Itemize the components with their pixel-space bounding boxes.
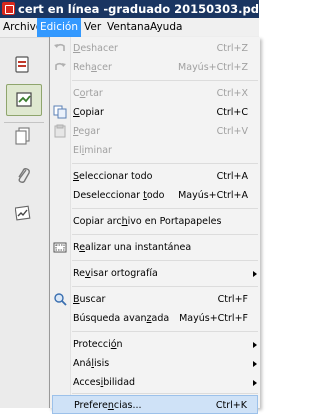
menu-separator bbox=[72, 260, 258, 261]
menu-item-accesibilidad[interactable]: Accesibilidad bbox=[50, 373, 260, 392]
menu-item-eliminar[interactable]: Eliminar bbox=[50, 141, 260, 160]
attachments-panel-button[interactable] bbox=[8, 160, 38, 190]
paperclip-icon bbox=[18, 168, 30, 183]
menu-item-cortar[interactable]: Cortar Ctrl+X bbox=[50, 84, 260, 103]
menu-item-seleccionar-todo[interactable]: Seleccionar todo Ctrl+A bbox=[50, 167, 260, 186]
window-title: cert en línea -graduado 20150303.pdf - A… bbox=[18, 2, 259, 16]
menu-item-busqueda-avanzada[interactable]: Búsqueda avanzada Mayús+Ctrl+F bbox=[50, 309, 260, 328]
menu-item-instantanea[interactable]: Realizar una instantánea bbox=[50, 238, 260, 257]
menu-item-rehacer[interactable]: Rehacer Mayús+Ctrl+Z bbox=[50, 58, 260, 77]
menu-item-shortcut: Mayús+Ctrl+F bbox=[179, 313, 248, 324]
menu-item-copiar[interactable]: Copiar Ctrl+C bbox=[50, 103, 260, 122]
menu-item-shortcut: Ctrl+A bbox=[216, 171, 248, 182]
pages-panel-button[interactable] bbox=[8, 121, 38, 151]
menu-item-preferencias[interactable]: Preferencias... Ctrl+K bbox=[52, 395, 258, 414]
sign-icon bbox=[16, 92, 32, 107]
tools-pane bbox=[0, 38, 50, 408]
signature-pen-icon bbox=[15, 205, 31, 221]
menu-item-shortcut: Ctrl+C bbox=[216, 107, 249, 118]
acrobat-app-icon bbox=[2, 2, 15, 15]
create-pdf-button[interactable] bbox=[8, 50, 38, 80]
create-pdf-icon bbox=[15, 56, 29, 73]
signatures-panel-button[interactable] bbox=[8, 198, 38, 228]
menu-separator bbox=[72, 393, 258, 394]
menu-item-copiar-archivo[interactable]: Copiar archivo en Portapapeles bbox=[50, 212, 260, 231]
menu-item-shortcut: Mayús+Ctrl+A bbox=[178, 190, 248, 201]
menu-item-deshacer[interactable]: Deshacer Ctrl+Z bbox=[50, 39, 260, 58]
menu-item-buscar[interactable]: Buscar Ctrl+F bbox=[50, 290, 260, 309]
menu-item-shortcut: Mayús+Ctrl+Z bbox=[178, 62, 248, 73]
menu-separator bbox=[72, 331, 258, 332]
menu-item-shortcut: Ctrl+F bbox=[217, 294, 248, 305]
menu-item-shortcut: Ctrl+V bbox=[216, 126, 248, 137]
copy-icon bbox=[53, 105, 67, 119]
edicion-dropdown-menu: Deshacer Ctrl+Z Rehacer Mayús+Ctrl+Z Cor… bbox=[49, 37, 260, 414]
menu-item-shortcut: Ctrl+X bbox=[216, 88, 248, 99]
menu-item-analisis[interactable]: Análisis bbox=[50, 354, 260, 373]
search-icon bbox=[54, 293, 67, 306]
pages-icon bbox=[15, 127, 30, 145]
redo-icon bbox=[55, 62, 66, 70]
undo-icon bbox=[54, 43, 65, 51]
menu-item-deseleccionar-todo[interactable]: Deseleccionar todo Mayús+Ctrl+A bbox=[50, 186, 260, 205]
submenu-arrow-icon bbox=[253, 361, 257, 367]
sign-tool-button[interactable] bbox=[6, 84, 42, 116]
menu-separator bbox=[72, 286, 258, 287]
menu-item-shortcut: Ctrl+K bbox=[215, 400, 247, 411]
menu-ver[interactable]: Ver bbox=[81, 18, 104, 37]
menu-item-pegar[interactable]: Pegar Ctrl+V bbox=[50, 122, 260, 141]
submenu-arrow-icon bbox=[253, 271, 257, 277]
submenu-arrow-icon bbox=[253, 380, 257, 386]
title-bar: cert en línea -graduado 20150303.pdf - A… bbox=[0, 0, 259, 18]
menu-separator bbox=[72, 234, 258, 235]
paste-icon bbox=[54, 124, 66, 138]
menu-item-proteccion[interactable]: Protección bbox=[50, 335, 260, 354]
menu-item-shortcut: Ctrl+Z bbox=[216, 43, 248, 54]
submenu-arrow-icon bbox=[253, 342, 257, 348]
menu-separator bbox=[72, 163, 258, 164]
menu-ventana[interactable]: Ventana bbox=[104, 18, 153, 37]
menu-separator bbox=[72, 208, 258, 209]
menu-separator bbox=[72, 80, 258, 81]
menu-edicion[interactable]: Edición bbox=[37, 18, 81, 37]
menu-item-revisar-ortografia[interactable]: Revisar ortografía bbox=[50, 264, 260, 283]
camera-icon bbox=[53, 242, 67, 253]
menu-ayuda[interactable]: Ayuda bbox=[147, 18, 185, 37]
menu-bar: Archivo Edición Ver Ventana Ayuda bbox=[0, 18, 259, 38]
